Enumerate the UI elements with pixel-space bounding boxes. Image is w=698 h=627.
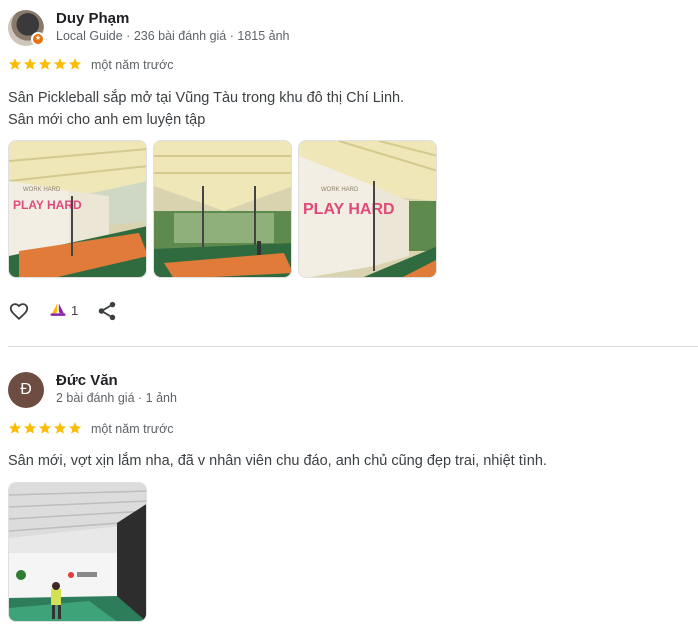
heart-icon [9, 303, 29, 321]
review-date: một năm trước [91, 58, 174, 72]
review-photo[interactable]: PLAY HARD WORK HARD [8, 140, 147, 278]
review-photo[interactable] [8, 482, 147, 622]
reviewer-name[interactable]: Đức Văn [56, 372, 118, 389]
review-header: ★ Duy Phạm Local Guide · 236 bài đánh gi… [8, 10, 608, 46]
reviewer-meta: Local Guide · 236 bài đánh giá · 1815 ản… [56, 29, 290, 43]
review-photo[interactable] [153, 140, 292, 278]
avatar[interactable]: Đ [8, 372, 44, 408]
local-guide-badge-icon: ★ [31, 32, 45, 46]
review-text: Sân Pickleball sắp mở tại Vũng Tàu trong… [8, 87, 404, 131]
review-photos [8, 482, 147, 622]
review-photos: PLAY HARD WORK HARD PLAY HARD WORK HARD [8, 140, 437, 278]
rating-row: một năm trước [8, 421, 308, 439]
star-icon [23, 422, 37, 434]
star-icon [68, 58, 82, 70]
star-rating [8, 57, 82, 73]
share-button[interactable] [96, 300, 118, 327]
review-date: một năm trước [91, 422, 174, 436]
review-header: Đ Đức Văn 2 bài đánh giá · 1 ảnh [8, 372, 608, 408]
review-photo[interactable]: PLAY HARD WORK HARD [298, 140, 437, 278]
review-text-line: Sân Pickleball sắp mở tại Vũng Tàu trong… [8, 90, 405, 106]
star-icon [23, 58, 37, 70]
star-icon [8, 58, 22, 70]
review-text-line: Sân mới cho anh em luyện tập [8, 112, 206, 128]
reaction-count: 1 [71, 303, 79, 318]
review-divider [8, 346, 698, 347]
banner-small-text: WORK HARD [23, 187, 61, 193]
like-button[interactable] [8, 300, 30, 327]
review-text: Sân mới, vợt xịn lắm nha, đã v nhân viên… [8, 450, 547, 472]
rating-row: một năm trước [8, 57, 308, 75]
star-icon [38, 58, 52, 70]
reviewer-meta: 2 bài đánh giá · 1 ảnh [56, 391, 177, 405]
review-text-line: Sân mới, vợt xịn lắm nha, đã v nhân viên… [8, 453, 547, 469]
reviewer-name[interactable]: Duy Phạm [56, 10, 129, 27]
thanks-hands-icon [50, 303, 66, 316]
star-icon [8, 422, 22, 434]
star-icon [38, 422, 52, 434]
star-icon [68, 422, 82, 434]
banner-small-text: WORK HARD [321, 187, 359, 193]
reaction-button[interactable] [48, 300, 68, 325]
banner-text: PLAY HARD [303, 201, 395, 218]
star-icon [53, 422, 67, 434]
star-rating [8, 421, 82, 437]
share-icon [98, 301, 116, 321]
review-actions: 1 [8, 298, 208, 324]
star-icon [53, 58, 67, 70]
